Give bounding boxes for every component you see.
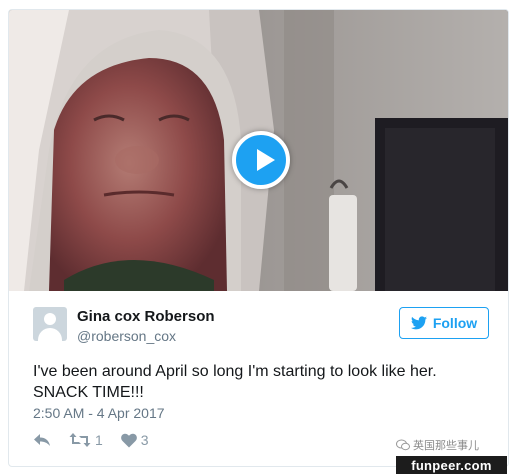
- tweet-text-line: SNACK TIME!!!: [33, 384, 144, 401]
- retweet-button[interactable]: 1: [69, 432, 103, 448]
- wechat-watermark-text: 英国那些事儿: [413, 440, 479, 452]
- site-watermark: funpeer.com: [396, 456, 507, 474]
- heart-icon: [120, 433, 137, 447]
- reply-button[interactable]: [33, 432, 51, 448]
- play-icon[interactable]: [232, 131, 290, 189]
- wechat-watermark: 英国那些事儿: [396, 437, 479, 453]
- tweet-text-line: I've been around April so long I'm start…: [33, 363, 437, 380]
- follow-label: Follow: [432, 315, 478, 331]
- embedded-tweet-card: Gina cox Roberson @roberson_cox Follow I…: [8, 9, 509, 467]
- video-thumbnail[interactable]: [9, 10, 508, 291]
- author-name[interactable]: Gina cox Roberson: [77, 308, 215, 325]
- avatar-body-shape: [38, 328, 62, 341]
- tweet-timestamp[interactable]: 2:50 AM - 4 Apr 2017: [33, 405, 165, 421]
- avatar-head-shape: [44, 313, 56, 325]
- like-button[interactable]: 3: [120, 432, 149, 448]
- retweet-count: 1: [95, 432, 103, 448]
- twitter-bird-icon: [410, 316, 427, 330]
- wechat-icon: [396, 439, 410, 451]
- retweet-icon: [69, 433, 91, 447]
- follow-button[interactable]: Follow: [399, 307, 489, 339]
- tweet-text: I've been around April so long I'm start…: [33, 361, 493, 403]
- reply-icon: [34, 434, 50, 446]
- tweet-actions: 1 3: [33, 432, 167, 448]
- default-avatar-icon[interactable]: [33, 307, 67, 341]
- author-handle[interactable]: @roberson_cox: [77, 328, 176, 344]
- like-count: 3: [140, 432, 149, 448]
